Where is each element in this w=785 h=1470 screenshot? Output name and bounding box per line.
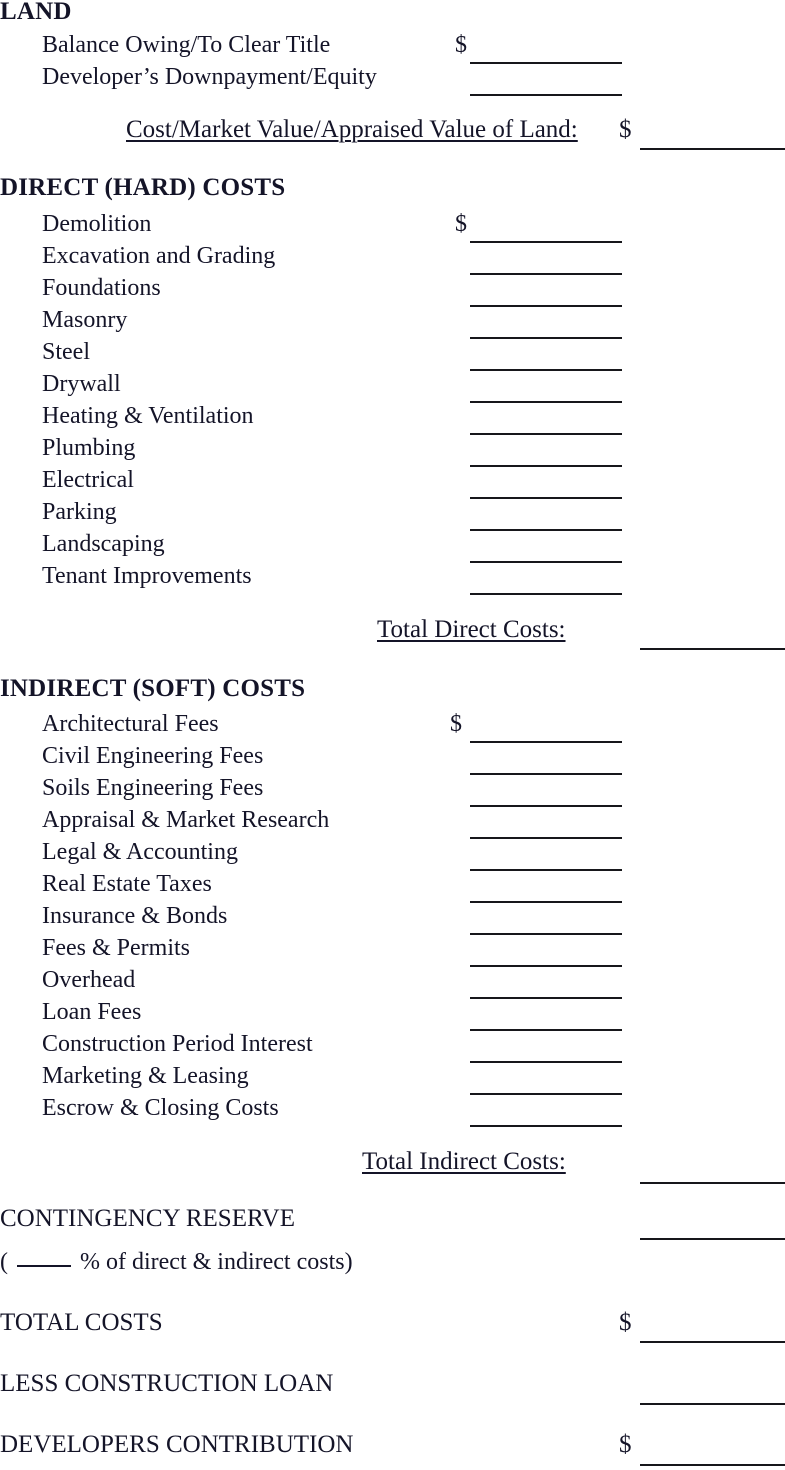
blank-line-developers-downpayment[interactable] — [470, 94, 622, 96]
label-developers-contribution: DEVELOPERS CONTRIBUTION — [0, 1431, 354, 1458]
blank-line-total-direct-costs[interactable] — [640, 648, 785, 650]
blank-line-insurance-and-bonds[interactable] — [470, 933, 622, 935]
total-label-land-value: Cost/Market Value/Appraised Value of Lan… — [126, 116, 578, 143]
section-heading-land: LAND — [0, 0, 72, 25]
dollar-sign-icon: $ — [619, 116, 632, 143]
total-label-direct-costs: Total Direct Costs: — [377, 616, 566, 643]
blank-line-civil-engineering-fees[interactable] — [470, 773, 622, 775]
dollar-sign-icon: $ — [619, 1431, 632, 1458]
blank-line-drywall[interactable] — [470, 401, 622, 403]
blank-line-plumbing[interactable] — [470, 465, 622, 467]
blank-line-total-indirect-costs[interactable] — [640, 1182, 785, 1184]
item-label-tenant-improvements: Tenant Improvements — [42, 563, 252, 589]
item-label-foundations: Foundations — [42, 275, 161, 301]
item-label-demolition: Demolition — [42, 211, 152, 237]
item-label-parking: Parking — [42, 499, 117, 525]
blank-line-loan-fees[interactable] — [470, 1029, 622, 1031]
contingency-note-prefix: ( — [0, 1249, 14, 1275]
contingency-note-suffix: % of direct & indirect costs) — [74, 1249, 353, 1275]
blank-line-balance-owing[interactable] — [470, 62, 622, 64]
blank-line-fees-and-permits[interactable] — [470, 965, 622, 967]
blank-line-appraisal-and-market-research[interactable] — [470, 837, 622, 839]
item-label-architectural-fees: Architectural Fees — [42, 711, 219, 737]
blank-line-soils-engineering-fees[interactable] — [470, 805, 622, 807]
item-label-soils-engineering-fees: Soils Engineering Fees — [42, 775, 264, 801]
blank-line-landscaping[interactable] — [470, 561, 622, 563]
dollar-sign-icon: $ — [455, 211, 467, 237]
blank-line-marketing-and-leasing[interactable] — [470, 1093, 622, 1095]
item-label-balance-owing: Balance Owing/To Clear Title — [42, 32, 331, 58]
blank-line-heating-and-ventilation[interactable] — [470, 433, 622, 435]
blank-line-total-costs[interactable] — [640, 1341, 785, 1343]
item-label-heating-and-ventilation: Heating & Ventilation — [42, 403, 254, 429]
label-contingency-reserve: CONTINGENCY RESERVE — [0, 1205, 295, 1232]
blank-line-developers-contribution[interactable] — [640, 1464, 785, 1466]
blank-line-legal-and-accounting[interactable] — [470, 869, 622, 871]
item-label-loan-fees: Loan Fees — [42, 999, 142, 1025]
item-label-steel: Steel — [42, 339, 90, 365]
label-less-construction-loan: LESS CONSTRUCTION LOAN — [0, 1370, 334, 1397]
item-label-plumbing: Plumbing — [42, 435, 136, 461]
item-label-overhead: Overhead — [42, 967, 136, 993]
item-label-landscaping: Landscaping — [42, 531, 165, 557]
blank-line-land-total[interactable] — [640, 148, 785, 150]
item-label-escrow-and-closing-costs: Escrow & Closing Costs — [42, 1095, 279, 1121]
label-total-costs: TOTAL COSTS — [0, 1309, 163, 1336]
item-label-fees-and-permits: Fees & Permits — [42, 935, 190, 961]
blank-line-architectural-fees[interactable] — [470, 741, 622, 743]
blank-line-electrical[interactable] — [470, 497, 622, 499]
blank-line-construction-period-interest[interactable] — [470, 1061, 622, 1063]
item-label-excavation-and-grading: Excavation and Grading — [42, 243, 276, 269]
item-label-developers-downpayment: Developer’s Downpayment/Equity — [42, 64, 377, 90]
item-label-insurance-and-bonds: Insurance & Bonds — [42, 903, 228, 929]
dollar-sign-icon: $ — [455, 32, 467, 58]
blank-line-overhead[interactable] — [470, 997, 622, 999]
blank-line-excavation-and-grading[interactable] — [470, 273, 622, 275]
contingency-percent-note: ( % of direct & indirect costs) — [0, 1250, 353, 1274]
blank-line-contingency-reserve[interactable] — [640, 1238, 785, 1240]
item-label-real-estate-taxes: Real Estate Taxes — [42, 871, 212, 897]
total-label-indirect-costs: Total Indirect Costs: — [362, 1148, 566, 1175]
blank-line-parking[interactable] — [470, 529, 622, 531]
section-heading-direct-costs: DIRECT (HARD) COSTS — [0, 174, 286, 201]
dollar-sign-icon: $ — [619, 1309, 632, 1336]
section-heading-indirect-costs: INDIRECT (SOFT) COSTS — [0, 675, 306, 702]
blank-line-steel[interactable] — [470, 369, 622, 371]
item-label-marketing-and-leasing: Marketing & Leasing — [42, 1063, 249, 1089]
item-label-civil-engineering-fees: Civil Engineering Fees — [42, 743, 264, 769]
blank-line-tenant-improvements[interactable] — [470, 593, 622, 595]
item-label-drywall: Drywall — [42, 371, 121, 397]
blank-line-masonry[interactable] — [470, 337, 622, 339]
blank-line-less-construction-loan[interactable] — [640, 1403, 785, 1405]
dollar-sign-icon: $ — [450, 711, 462, 737]
blank-line-demolition[interactable] — [470, 241, 622, 243]
item-label-masonry: Masonry — [42, 307, 128, 333]
blank-line-foundations[interactable] — [470, 305, 622, 307]
item-label-electrical: Electrical — [42, 467, 134, 493]
item-label-appraisal-and-market-research: Appraisal & Market Research — [42, 807, 330, 833]
item-label-construction-period-interest: Construction Period Interest — [42, 1031, 313, 1057]
contingency-percent-blank[interactable] — [17, 1265, 71, 1267]
item-label-legal-and-accounting: Legal & Accounting — [42, 839, 238, 865]
blank-line-escrow-and-closing-costs[interactable] — [470, 1125, 622, 1127]
development-cost-worksheet: LAND Balance Owing/To Clear Title $ Deve… — [0, 0, 785, 1470]
blank-line-real-estate-taxes[interactable] — [470, 901, 622, 903]
